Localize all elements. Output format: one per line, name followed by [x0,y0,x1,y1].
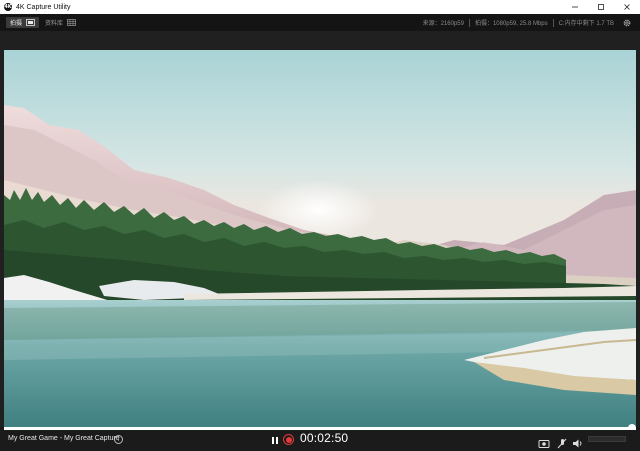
recording-format: 拍摄：1080p59, 25.8 Mbps [474,21,548,27]
window-title: 4K Capture Utility [16,3,71,11]
tab-capture[interactable]: 拍摄 [6,17,40,28]
camera-icon [538,440,550,448]
app-logo-icon: 4K [4,3,12,11]
volume-slider[interactable] [588,436,626,442]
capture-name: My Great Game - My Great Capture [8,435,120,442]
preview-toggle-button[interactable] [538,434,550,448]
playback-controls: My Great Game - My Great Capture i 00:02… [0,430,640,451]
maximize-button[interactable] [588,0,614,14]
divider [552,18,554,27]
mute-microphone-button[interactable] [556,434,568,449]
tab-library-label: 资料库 [45,20,64,27]
preview-image [4,50,636,428]
recording-timer: 00:02:50 [300,431,349,445]
tab-library[interactable]: 资料库 [41,17,80,28]
minimize-button[interactable] [562,0,588,14]
capture-preview[interactable] [4,50,636,439]
pause-bar [272,436,274,444]
storage-remaining: C:内存中剩下 1.7 TB [558,21,614,27]
toolbar: 拍摄 资料库 来源：2160p59 拍摄：1080p59, 25.8 Mbps … [0,14,640,31]
title-bar: 4K 4K Capture Utility [0,0,640,14]
capture-screen-icon [26,19,35,26]
preview-area [0,31,640,439]
maximize-icon [598,4,604,10]
record-dot-icon [285,436,292,443]
microphone-off-icon [557,438,567,449]
gear-icon [623,19,631,27]
close-button[interactable] [614,0,640,14]
settings-button[interactable] [622,18,632,28]
close-icon [624,4,630,10]
minimize-icon [572,6,578,8]
capture-stats: 来源：2160p59 拍摄：1080p59, 25.8 Mbps C:内存中剩下… [423,14,614,31]
divider [468,18,470,27]
info-icon[interactable]: i [114,435,123,444]
volume-button[interactable] [572,434,584,448]
app-window: 4K 4K Capture Utility 拍摄 资料库 来源：2160p59 … [0,0,640,451]
library-grid-icon [67,19,76,26]
record-button[interactable] [283,434,294,445]
window-controls [562,0,640,14]
pause-bar [276,436,278,444]
tab-capture-label: 拍摄 [10,20,23,27]
speaker-icon [573,439,582,448]
pause-button[interactable] [271,435,279,445]
source-format: 来源：2160p59 [422,21,464,27]
